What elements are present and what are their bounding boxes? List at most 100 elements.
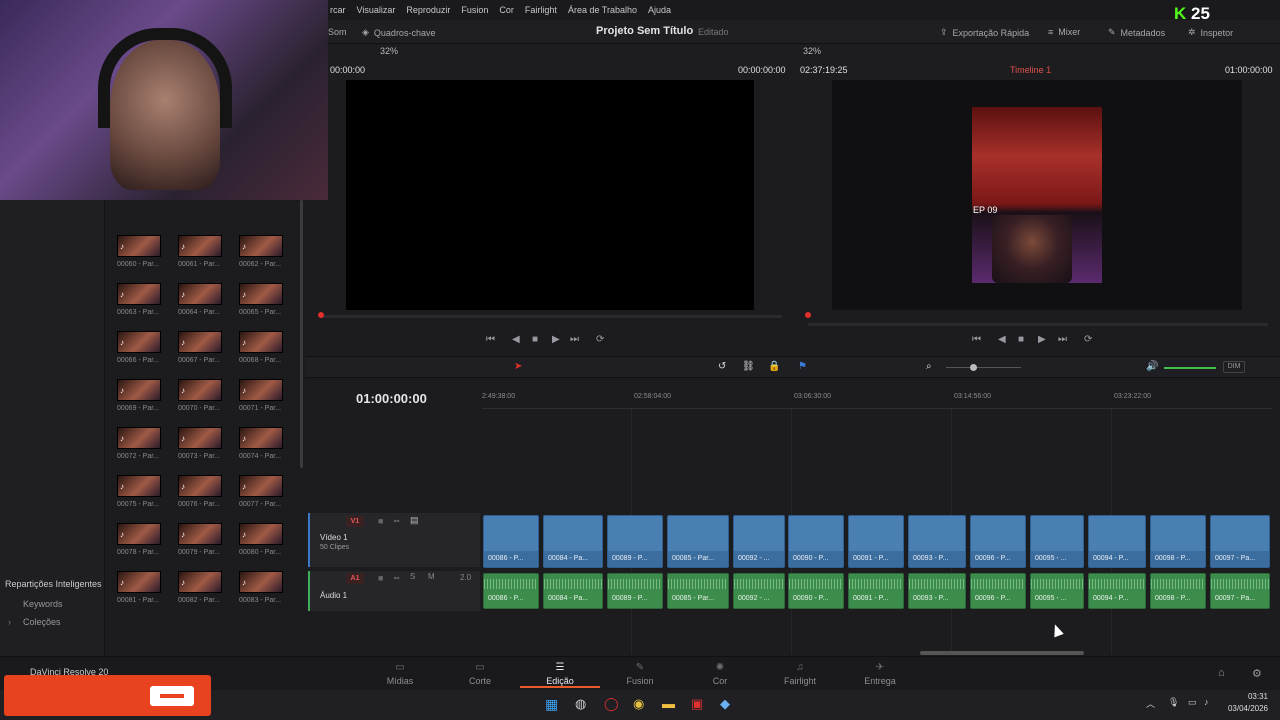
video-clip[interactable]: 00084 - Pa...: [543, 515, 603, 568]
record-scrubber[interactable]: [808, 323, 1268, 326]
audio-clip[interactable]: 00085 - Par...: [667, 573, 729, 609]
chevron-right-icon[interactable]: ›: [8, 617, 11, 627]
page-color[interactable]: ✺ Cor: [690, 662, 750, 686]
volume-icon[interactable]: 🔊: [1146, 361, 1158, 372]
flag-icon[interactable]: ⚑: [798, 361, 807, 372]
media-thumbnail[interactable]: ♪: [117, 523, 161, 545]
menu-item[interactable]: Fusion: [461, 5, 488, 15]
source-playhead[interactable]: [318, 312, 324, 318]
mixer-button[interactable]: ≡ Mixer: [1048, 27, 1080, 37]
media-thumbnail[interactable]: ♪: [117, 475, 161, 497]
folder-icon[interactable]: ▬: [662, 696, 675, 711]
collections-bin[interactable]: Coleções: [23, 617, 61, 627]
media-thumbnail[interactable]: ♪: [117, 571, 161, 593]
media-thumbnail[interactable]: ♪: [117, 283, 161, 305]
menu-item[interactable]: Fairlight: [525, 5, 557, 15]
app-icon[interactable]: ▣: [691, 696, 703, 712]
page-deliver[interactable]: ✈ Entrega: [850, 662, 910, 686]
zoom-icon[interactable]: ⌕: [926, 361, 932, 372]
record-zoom[interactable]: 32%: [803, 46, 821, 56]
skip-end-icon[interactable]: ⏭: [570, 334, 579, 345]
timeline-ruler[interactable]: 2:49:38:00 02:58:04:00 03:06:30:00 03:14…: [482, 387, 1272, 409]
video-clip[interactable]: 00094 - P...: [1088, 515, 1146, 568]
audio-clip[interactable]: 00086 - P...: [483, 573, 539, 609]
zoom-slider-knob[interactable]: [970, 364, 977, 371]
loop-icon[interactable]: ⟳: [596, 334, 604, 345]
video-clip[interactable]: 00095 - ...: [1030, 515, 1084, 568]
media-thumbnail[interactable]: ♪: [239, 475, 283, 497]
video-track-header[interactable]: V1 ■ ⇔ ▤ Vídeo 1 50 Clipes: [308, 513, 480, 567]
audio-clip[interactable]: 00095 - ...: [1030, 573, 1084, 609]
selection-tool-icon[interactable]: ➤: [514, 361, 522, 372]
network-icon[interactable]: ▭: [1188, 697, 1197, 708]
media-thumbnail[interactable]: ♪: [178, 283, 222, 305]
media-thumbnail[interactable]: ♪: [117, 427, 161, 449]
play-icon[interactable]: ▶: [552, 334, 560, 345]
clock-time[interactable]: 03:31: [1228, 692, 1268, 701]
media-thumbnail[interactable]: ♪: [239, 427, 283, 449]
loop-icon[interactable]: ⟳: [1084, 334, 1092, 345]
dim-button[interactable]: DIM: [1223, 361, 1245, 373]
media-thumbnail[interactable]: ♪: [117, 331, 161, 353]
menu-item[interactable]: Ajuda: [648, 5, 671, 15]
lock-icon[interactable]: ■: [378, 573, 383, 583]
media-thumbnail[interactable]: ♪: [178, 475, 222, 497]
inspector-button[interactable]: ✲ Inspetor: [1188, 27, 1233, 38]
source-scrubber[interactable]: [320, 315, 782, 318]
home-icon[interactable]: ⌂: [1218, 667, 1225, 679]
stop-icon[interactable]: ■: [1018, 334, 1024, 345]
resolve-icon[interactable]: ◆: [720, 696, 730, 712]
stop-icon[interactable]: ■: [532, 334, 538, 345]
audio-clip[interactable]: 00091 - P...: [848, 573, 904, 609]
lock-icon[interactable]: ■: [378, 516, 383, 526]
app-icon[interactable]: ◍: [575, 696, 586, 712]
media-pool-scrollbar[interactable]: [300, 200, 303, 468]
video-clip[interactable]: 00091 - P...: [848, 515, 904, 568]
video-clip[interactable]: 00089 - P...: [607, 515, 663, 568]
audio-clip[interactable]: 00089 - P...: [607, 573, 663, 609]
audio-clip[interactable]: 00093 - P...: [908, 573, 966, 609]
source-zoom[interactable]: 32%: [380, 46, 398, 56]
snapping-icon[interactable]: ↺: [718, 361, 726, 372]
media-thumbnail[interactable]: ♪: [178, 331, 222, 353]
mute-button[interactable]: M: [428, 572, 435, 581]
menu-item[interactable]: Reproduzir: [406, 5, 450, 15]
page-edit[interactable]: ☰ Edição: [530, 662, 590, 686]
lock-icon[interactable]: 🔒: [768, 361, 780, 372]
volume-icon[interactable]: ♪: [1204, 697, 1209, 707]
audio-clip[interactable]: 00097 - Pa...: [1210, 573, 1270, 609]
audio-clip[interactable]: 00090 - P...: [788, 573, 844, 609]
media-thumbnail[interactable]: ♪: [239, 379, 283, 401]
play-reverse-icon[interactable]: ◀: [998, 334, 1006, 345]
media-thumbnail[interactable]: ♪: [178, 379, 222, 401]
settings-icon[interactable]: ⚙: [1252, 667, 1262, 680]
media-thumbnail[interactable]: ♪: [239, 283, 283, 305]
track-badge[interactable]: V1: [346, 516, 364, 527]
mic-icon[interactable]: 🎙: [1168, 697, 1179, 708]
media-thumbnail[interactable]: ♪: [239, 571, 283, 593]
media-thumbnail[interactable]: ♪: [178, 427, 222, 449]
video-clip[interactable]: 00090 - P...: [788, 515, 844, 568]
solo-button[interactable]: S: [410, 572, 415, 581]
timeline-scrollbar[interactable]: [920, 651, 1084, 655]
menu-item[interactable]: Visualizar: [357, 5, 396, 15]
play-icon[interactable]: ▶: [1038, 334, 1046, 345]
track-badge[interactable]: A1: [346, 573, 364, 584]
media-thumbnail[interactable]: ♪: [178, 523, 222, 545]
video-clip[interactable]: 00096 - P...: [970, 515, 1026, 568]
play-reverse-icon[interactable]: ◀: [512, 334, 520, 345]
audio-clip[interactable]: 00092 - ...: [733, 573, 785, 609]
skip-start-icon[interactable]: ⏮: [972, 334, 981, 345]
media-thumbnail[interactable]: ♪: [117, 379, 161, 401]
source-viewer[interactable]: [346, 80, 754, 310]
page-media[interactable]: ▭ Mídias: [370, 662, 430, 686]
sound-button[interactable]: Som: [328, 27, 347, 37]
audio-track-header[interactable]: A1 ■ ⇔ S M 2.0 Áudio 1: [308, 571, 480, 611]
smart-bins-header[interactable]: Repartições Inteligentes: [5, 579, 102, 589]
video-clip[interactable]: 00092 - ...: [733, 515, 785, 568]
audio-clip[interactable]: 00098 - P...: [1150, 573, 1206, 609]
auto-select-icon[interactable]: ⇔: [392, 515, 401, 525]
zoom-slider[interactable]: [946, 367, 1021, 368]
audio-clip[interactable]: 00094 - P...: [1088, 573, 1146, 609]
page-cut[interactable]: ▭ Corte: [450, 662, 510, 686]
